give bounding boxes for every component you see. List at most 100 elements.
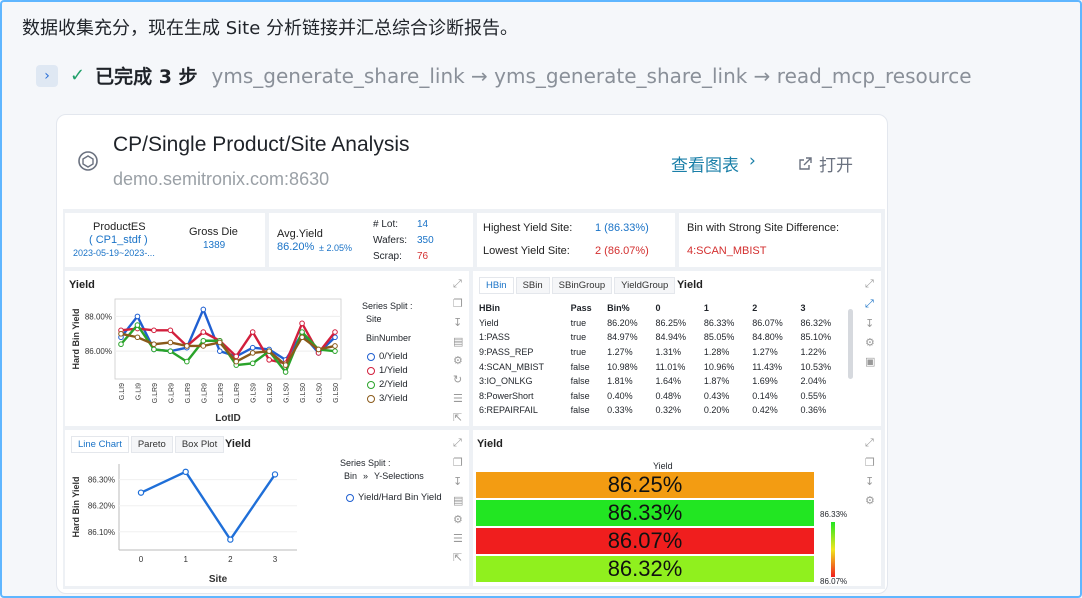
table-cell: 1.81%	[607, 376, 633, 387]
download-icon[interactable]: ↧	[865, 475, 875, 488]
settings-icon[interactable]: ⚙	[865, 494, 875, 507]
copy-icon[interactable]: ❐	[453, 456, 463, 469]
tab-line-chart[interactable]: Line Chart	[71, 436, 129, 453]
site-legend-item[interactable]: Yield/Hard Bin Yield	[346, 492, 442, 503]
site-series-split-label: Series Split :	[340, 458, 391, 468]
legend-item[interactable]: 0/Yield	[367, 351, 408, 362]
data-point	[137, 489, 145, 496]
y-tick-label: 86.20%	[88, 502, 115, 511]
scale-max-label: 86.33%	[820, 510, 848, 519]
legend-item[interactable]: 1/Yield	[367, 365, 408, 376]
tab-yieldgroup[interactable]: YieldGroup	[614, 277, 676, 294]
table-row[interactable]: 3:IO_ONLKG false 1.81% 1.64% 1.87% 1.69% 2.04%	[475, 374, 845, 389]
bin-table-title: Yield	[677, 279, 703, 291]
tool-steps-row[interactable]: › ✓ 已完成 3 步 yms_generate_share_link → ym…	[36, 62, 972, 89]
column-header[interactable]: Pass	[567, 301, 603, 316]
y-axis-label: Hard Bin Yield	[71, 308, 81, 369]
expand-icon[interactable]: ⤢	[453, 436, 463, 450]
link-preview-card[interactable]: CP/Single Product/Site Analysis demo.sem…	[56, 114, 888, 594]
table-cell: 0.32%	[655, 405, 681, 416]
data-point	[315, 346, 322, 353]
data-point	[299, 334, 305, 341]
lot-series-split-label: Series Split :	[362, 301, 413, 311]
data-point	[184, 358, 190, 365]
table-row[interactable]: 8:PowerShort false 0.40% 0.48% 0.43% 0.14% 0.5…	[475, 389, 845, 404]
tab-pareto[interactable]: Pareto	[130, 436, 173, 453]
resize-icon[interactable]: ⇱	[453, 551, 463, 564]
legend-item[interactable]: 2/Yield	[367, 379, 408, 390]
column-header[interactable]: 2	[748, 301, 796, 316]
list-icon[interactable]: ☰	[453, 532, 463, 545]
table-row[interactable]: 4:SCAN_MBIST false 10.98% 11.01% 10.96% 11.43…	[475, 359, 845, 374]
tab-box-plot[interactable]: Box Plot	[174, 436, 225, 453]
refresh-icon[interactable]: ↻	[453, 373, 463, 386]
scrap-value: 76	[417, 251, 429, 262]
tab-sbingroup[interactable]: SBinGroup	[551, 277, 613, 294]
resize-icon[interactable]: ⇱	[453, 411, 463, 424]
column-header[interactable]: 1	[700, 301, 748, 316]
data-point	[299, 329, 305, 335]
column-header[interactable]: HBin	[475, 301, 567, 316]
heatmap-toolbar: ⤢ ❐ ↧ ⚙	[865, 436, 875, 507]
data-point	[200, 337, 207, 344]
download-icon[interactable]: ↧	[453, 316, 463, 329]
expand-icon[interactable]: ⤢	[453, 277, 463, 291]
table-icon[interactable]: ▤	[453, 494, 463, 507]
legend-label: 2/Yield	[379, 379, 408, 390]
table-row[interactable]: 1:PASS true 84.97% 84.94% 85.05% 84.80% 85.10%	[475, 330, 845, 345]
check-icon: ✓	[70, 65, 86, 86]
column-header[interactable]: 0	[651, 301, 699, 316]
table-row[interactable]: 9:PASS_REP true 1.27% 1.31% 1.28% 1.27% 1.22%	[475, 345, 845, 360]
table-cell: 2.04%	[800, 376, 827, 387]
x-tick-label: G.LS0	[284, 383, 291, 403]
lot-series-split-value[interactable]: Site	[366, 314, 382, 324]
expand-icon[interactable]: ⤢	[865, 436, 875, 450]
tab-hbin[interactable]: HBin	[479, 277, 514, 294]
lowest-site-label: Lowest Yield Site:	[483, 245, 570, 257]
expand-chevron-icon[interactable]: ›	[36, 64, 58, 87]
copy-icon[interactable]: ❐	[453, 297, 463, 310]
download-icon[interactable]: ↧	[453, 475, 463, 488]
expand-icon[interactable]: ⤢	[865, 277, 875, 291]
wafers-label: Wafers:	[373, 235, 408, 246]
y-tick-label: 86.30%	[88, 476, 115, 485]
highest-site-value: 1 (86.33%)	[595, 222, 649, 234]
save-icon[interactable]: ▣	[865, 355, 875, 368]
scale-min-label: 86.07%	[820, 577, 848, 586]
open-button[interactable]: 打开	[797, 151, 853, 176]
heatmap-cell: 86.25%	[476, 472, 814, 498]
yield-summary: Avg.Yield 86.20% ± 2.05% # Lot: 14 Wafer…	[269, 213, 473, 267]
table-cell: 86.33%	[703, 317, 735, 328]
settings-icon[interactable]: ⚙	[453, 513, 463, 526]
table-cell: 1.64%	[655, 376, 681, 387]
shuffle-icon[interactable]: ⤢	[865, 297, 875, 311]
settings-icon[interactable]: ⚙	[453, 354, 463, 367]
site-series-split-row: Bin » Y-Selections	[344, 471, 424, 481]
view-chart-link[interactable]: 查看图表 ›	[671, 151, 756, 176]
list-icon[interactable]: ☰	[453, 392, 463, 405]
data-point	[118, 341, 124, 348]
tab-sbin[interactable]: SBin	[515, 277, 550, 294]
table-row[interactable]: 6:REPAIRFAIL false 0.33% 0.32% 0.20% 0.42% 0.3…	[475, 403, 845, 418]
data-point	[249, 329, 256, 335]
table-icon[interactable]: ▤	[453, 335, 463, 348]
column-header[interactable]: Bin%	[603, 301, 651, 316]
data-point	[227, 536, 234, 543]
table-cell: 1.31%	[655, 347, 681, 358]
table-cell: 1.87%	[703, 376, 730, 387]
column-header[interactable]: 3	[797, 301, 845, 316]
legend-item[interactable]: 3/Yield	[367, 393, 408, 404]
data-point	[332, 343, 338, 349]
avg-yield-sd: ± 2.05%	[319, 243, 352, 253]
table-scrollbar[interactable]	[848, 309, 853, 379]
copy-icon[interactable]: ❐	[865, 456, 875, 469]
download-icon[interactable]: ↧	[865, 317, 875, 330]
site-split-selections[interactable]: Y-Selections	[374, 471, 424, 481]
site-split-bin[interactable]: Bin	[344, 471, 357, 481]
product-label: ProductES	[93, 221, 146, 233]
y-axis-label: Hard Bin Yield	[71, 476, 81, 537]
settings-icon[interactable]: ⚙	[865, 336, 875, 349]
table-row[interactable]: Yield true 86.20% 86.25% 86.33% 86.07% 86.32%	[475, 316, 845, 331]
lot-value: 14	[417, 219, 429, 230]
table-cell: false	[570, 376, 590, 387]
